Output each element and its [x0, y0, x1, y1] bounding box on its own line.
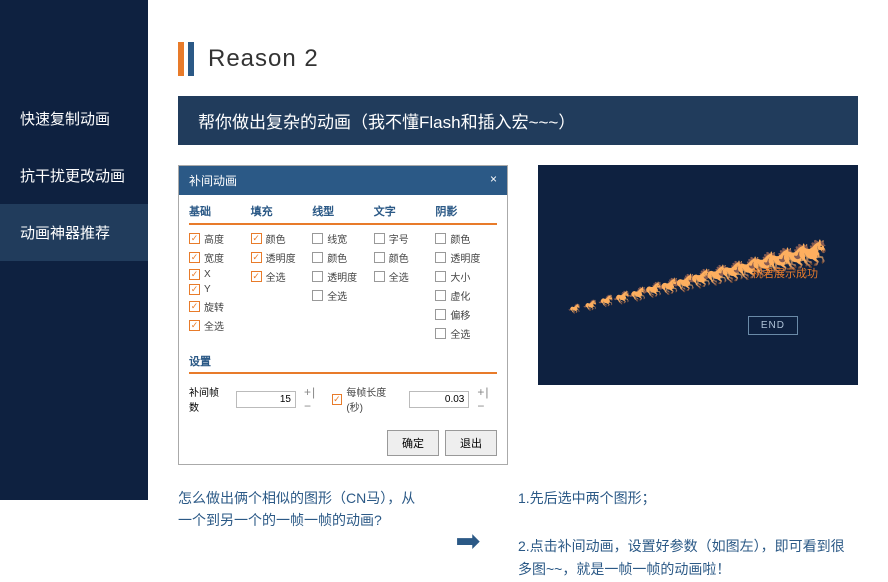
checkbox-label: 颜色: [450, 231, 470, 246]
frames-label: 补间帧数: [189, 384, 228, 414]
checkbox[interactable]: [374, 252, 385, 263]
title-bars-icon: [178, 42, 194, 76]
duration-input[interactable]: [409, 391, 469, 408]
column-header: 文字: [374, 203, 436, 225]
checkbox-label: 透明度: [450, 250, 480, 265]
dialog-title: 补间动画: [189, 172, 237, 189]
checkbox[interactable]: [312, 233, 323, 244]
checkbox[interactable]: [189, 320, 200, 331]
question-text: 怎么做出俩个相似的图形（CN马），从一个到另一个的一帧一帧的动画?: [178, 487, 418, 582]
checkbox-label: 颜色: [389, 250, 409, 265]
checkbox[interactable]: [435, 233, 446, 244]
checkbox-label: 全选: [327, 288, 347, 303]
checkbox-label: 高度: [204, 231, 224, 246]
page-title: Reason 2: [208, 45, 319, 73]
sidebar: 快速复制动画 抗干扰更改动画 动画神器推荐: [0, 0, 148, 500]
checkbox-label: 全选: [266, 269, 286, 284]
checkbox-label: 虚化: [450, 288, 470, 303]
end-button[interactable]: END: [748, 316, 798, 335]
checkbox-label: 旋转: [204, 299, 224, 314]
arrow-icon: ➡: [438, 487, 498, 582]
checkbox[interactable]: [435, 271, 446, 282]
checkbox-label: 字号: [389, 231, 409, 246]
column-header: 阴影: [435, 203, 497, 225]
preview-text: 祝君展示成功: [752, 265, 818, 281]
checkbox[interactable]: [374, 233, 385, 244]
settings-header: 设置: [189, 353, 497, 374]
checkbox[interactable]: [189, 284, 200, 295]
subtitle-banner: 帮你做出复杂的动画（我不懂Flash和插入宏~~~）: [178, 96, 858, 145]
column-header: 填充: [251, 203, 313, 225]
column-header: 基础: [189, 203, 251, 225]
preview-panel: 🐎🐎🐎🐎🐎🐎🐎🐎🐎🐎🐎🐎🐎🐎🐎🐎 祝君展示成功 END: [538, 165, 858, 385]
checkbox[interactable]: [435, 252, 446, 263]
cancel-button[interactable]: 退出: [445, 430, 497, 456]
checkbox[interactable]: [189, 252, 200, 263]
checkbox[interactable]: [251, 233, 262, 244]
checkbox[interactable]: [312, 290, 323, 301]
answer-text: 1.先后选中两个图形； 2.点击补间动画，设置好参数（如图左），即可看到很多图~…: [518, 487, 858, 582]
checkbox[interactable]: [435, 309, 446, 320]
frames-input[interactable]: [236, 391, 296, 408]
checkbox-label: 全选: [204, 318, 224, 333]
checkbox-label: Y: [204, 284, 211, 295]
close-icon[interactable]: ×: [490, 172, 497, 189]
checkbox[interactable]: [251, 252, 262, 263]
checkbox-label: 透明度: [327, 269, 357, 284]
checkbox-label: 偏移: [450, 307, 470, 322]
sidebar-item-modify[interactable]: 抗干扰更改动画: [0, 147, 148, 204]
checkbox[interactable]: [435, 328, 446, 339]
main-content: Reason 2 帮你做出复杂的动画（我不懂Flash和插入宏~~~） 补间动画…: [148, 0, 888, 500]
duration-spinner-icon[interactable]: +|−: [477, 385, 497, 413]
checkbox-label: 透明度: [266, 250, 296, 265]
checkbox[interactable]: [312, 271, 323, 282]
checkbox[interactable]: [251, 271, 262, 282]
checkbox[interactable]: [189, 233, 200, 244]
ok-button[interactable]: 确定: [387, 430, 439, 456]
duration-checkbox[interactable]: [332, 394, 343, 405]
checkbox-label: 全选: [389, 269, 409, 284]
checkbox-label: X: [204, 269, 211, 280]
column-header: 线型: [312, 203, 374, 225]
tween-dialog: 补间动画 × 基础高度宽度XY旋转全选填充颜色透明度全选线型线宽颜色透明度全选文…: [178, 165, 508, 465]
sidebar-item-copy[interactable]: 快速复制动画: [0, 90, 148, 147]
checkbox[interactable]: [189, 269, 200, 280]
checkbox-label: 全选: [450, 326, 470, 341]
checkbox[interactable]: [189, 301, 200, 312]
checkbox-label: 颜色: [266, 231, 286, 246]
frames-spinner-icon[interactable]: +|−: [304, 385, 324, 413]
checkbox-label: 线宽: [327, 231, 347, 246]
sidebar-item-recommend[interactable]: 动画神器推荐: [0, 204, 148, 261]
checkbox[interactable]: [435, 290, 446, 301]
checkbox[interactable]: [312, 252, 323, 263]
checkbox[interactable]: [374, 271, 385, 282]
duration-label: 每帧长度(秒): [346, 384, 401, 414]
checkbox-label: 宽度: [204, 250, 224, 265]
checkbox-label: 大小: [450, 269, 470, 284]
checkbox-label: 颜色: [327, 250, 347, 265]
